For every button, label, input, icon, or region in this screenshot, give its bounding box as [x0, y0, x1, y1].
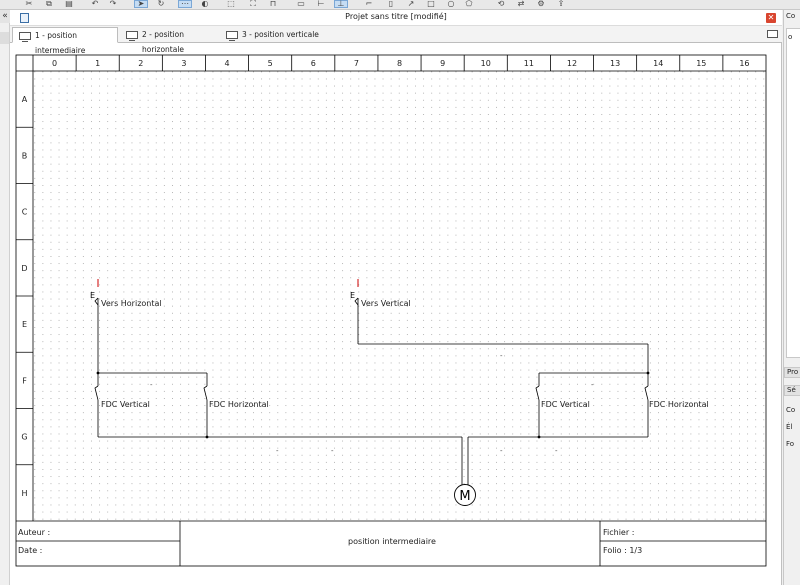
drawing-grid	[33, 71, 766, 521]
cartouche-title: position intermediaire	[348, 537, 436, 546]
right-panel-title: Co	[786, 12, 796, 20]
column-label: 5	[268, 59, 273, 68]
left-dock: «	[0, 10, 10, 585]
arrow-icon[interactable]: ↗	[404, 0, 418, 8]
square-icon[interactable]: □	[424, 0, 438, 8]
label-vers-horizontal[interactable]: Vers Horizontal	[101, 299, 162, 308]
dock-handle[interactable]	[0, 32, 9, 44]
undo-icon[interactable]: ↶	[88, 0, 102, 8]
column-label: 4	[224, 59, 229, 68]
label-vers-vertical[interactable]: Vers Vertical	[361, 299, 411, 308]
panel-row-3: Fo	[786, 440, 795, 448]
app-window: ✂ ⧉ ▤ ↶ ↷ ➤ ↻ ⋯ ◐ ⬚ ⛶ ⊓ ▭ ⊢ ⊥ ⌐ ▯ ↗ □ ○ …	[0, 0, 800, 585]
zoom-fit-icon[interactable]: ⛶	[246, 0, 260, 8]
row-label: H	[21, 489, 27, 498]
cartouche-folio: Folio : 1/3	[603, 546, 642, 555]
tab-selection[interactable]: Sé	[784, 385, 800, 396]
label-fdc-vertical-right[interactable]: FDC Vertical	[541, 400, 590, 409]
flip-icon[interactable]: ⇄	[514, 0, 528, 8]
folio-list-icon[interactable]	[767, 30, 778, 38]
row-label: F	[22, 376, 27, 385]
column-label: 3	[181, 59, 186, 68]
motor-label: M	[459, 489, 470, 504]
tab-folio-3-label: 3 - position verticale	[242, 30, 319, 39]
tab-folio-1[interactable]: 1 - position intermediaire	[12, 27, 118, 55]
column-label: 14	[653, 59, 663, 68]
copy-icon[interactable]: ⧉	[42, 0, 56, 8]
cartouche-author: Auteur :	[18, 528, 50, 537]
rotate-selection-icon[interactable]: ⟲	[494, 0, 508, 8]
rectangle-icon[interactable]: ▯	[384, 0, 398, 8]
line-icon[interactable]: ⌐	[362, 0, 376, 8]
cut-icon[interactable]: ✂	[22, 0, 36, 8]
column-label: 1	[95, 59, 100, 68]
element-e-right: E	[350, 291, 355, 300]
folio-icon	[126, 31, 138, 41]
column-label: 8	[397, 59, 402, 68]
folio-tabbar: 1 - position intermediaire 2 - position …	[10, 26, 782, 55]
folio-icon	[19, 32, 31, 42]
column-label: 15	[696, 59, 706, 68]
column-label: 11	[524, 59, 534, 68]
fit-icon[interactable]: ⬚	[224, 0, 238, 8]
right-dock-panel: Co o Pro Sé Co Él Fo	[783, 10, 800, 585]
label-fdc-horizontal-left[interactable]: FDC Horizontal	[209, 400, 269, 409]
panel-row-2: Él	[786, 423, 793, 431]
row-label: D	[21, 264, 27, 273]
wand-icon[interactable]: ⚙	[534, 0, 548, 8]
polygon-icon[interactable]: ⬠	[462, 0, 476, 8]
collection-search-fragment: o	[788, 33, 793, 41]
export-icon[interactable]: ⇪	[554, 0, 568, 8]
row-label: G	[21, 433, 27, 442]
column-label: 16	[739, 59, 749, 68]
collapse-left-icon[interactable]: «	[0, 10, 10, 23]
column-label: 9	[440, 59, 445, 68]
rotate-icon[interactable]: ↻	[154, 0, 168, 8]
zoom-reset-icon[interactable]: ⊓	[266, 0, 280, 8]
label-fdc-vertical-left[interactable]: FDC Vertical	[101, 400, 150, 409]
column-label: 0	[52, 59, 57, 68]
column-label: 2	[138, 59, 143, 68]
column-label: 13	[610, 59, 620, 68]
schematic-canvas[interactable]: 0 1 2 3 4 5 6 7 8 9 10 11 12 13 14 15 16 ABCDEFGH	[10, 43, 782, 568]
column-label: 6	[311, 59, 316, 68]
collection-tree[interactable]: o	[786, 28, 800, 358]
row-label: B	[22, 151, 28, 160]
column-label: 10	[481, 59, 491, 68]
row-label: A	[22, 95, 28, 104]
column-label: 12	[567, 59, 577, 68]
label-fdc-horizontal-right[interactable]: FDC Horizontal	[649, 400, 709, 409]
zoom-icon[interactable]: ◐	[198, 0, 212, 8]
tab-folio-3[interactable]: 3 - position verticale	[220, 27, 320, 43]
add-text-icon[interactable]: ▭	[294, 0, 308, 8]
add-conductor-icon[interactable]: ⊢	[314, 0, 328, 8]
document-title: Projet sans titre [modifié]	[345, 12, 447, 21]
grid-toggle-icon[interactable]: ⋯	[178, 0, 192, 8]
column-label: 7	[354, 59, 359, 68]
row-label: E	[22, 320, 27, 329]
ellipse-icon[interactable]: ○	[444, 0, 458, 8]
redo-icon[interactable]: ↷	[106, 0, 120, 8]
cartouche-date: Date :	[18, 546, 42, 555]
document-titlebar: Projet sans titre [modifié] ✕	[10, 10, 782, 26]
panel-row-1: Co	[786, 406, 796, 414]
paste-icon[interactable]: ▤	[62, 0, 76, 8]
cartouche-file: Fichier :	[603, 528, 634, 537]
document-window: Projet sans titre [modifié] ✕ 1 - positi…	[10, 10, 782, 585]
tab-properties[interactable]: Pro	[784, 367, 800, 378]
folio-icon	[226, 31, 238, 41]
close-document-button[interactable]: ✕	[766, 13, 776, 23]
main-toolbar: ✂ ⧉ ▤ ↶ ↷ ➤ ↻ ⋯ ◐ ⬚ ⛶ ⊓ ▭ ⊢ ⊥ ⌐ ▯ ↗ □ ○ …	[0, 0, 800, 10]
row-label: C	[22, 208, 28, 217]
tab-folio-2[interactable]: 2 - position horizontale	[120, 27, 222, 54]
add-terminal-icon[interactable]: ⊥	[334, 0, 348, 8]
select-tool-icon[interactable]: ➤	[134, 0, 148, 8]
element-e-left: E	[90, 291, 95, 300]
